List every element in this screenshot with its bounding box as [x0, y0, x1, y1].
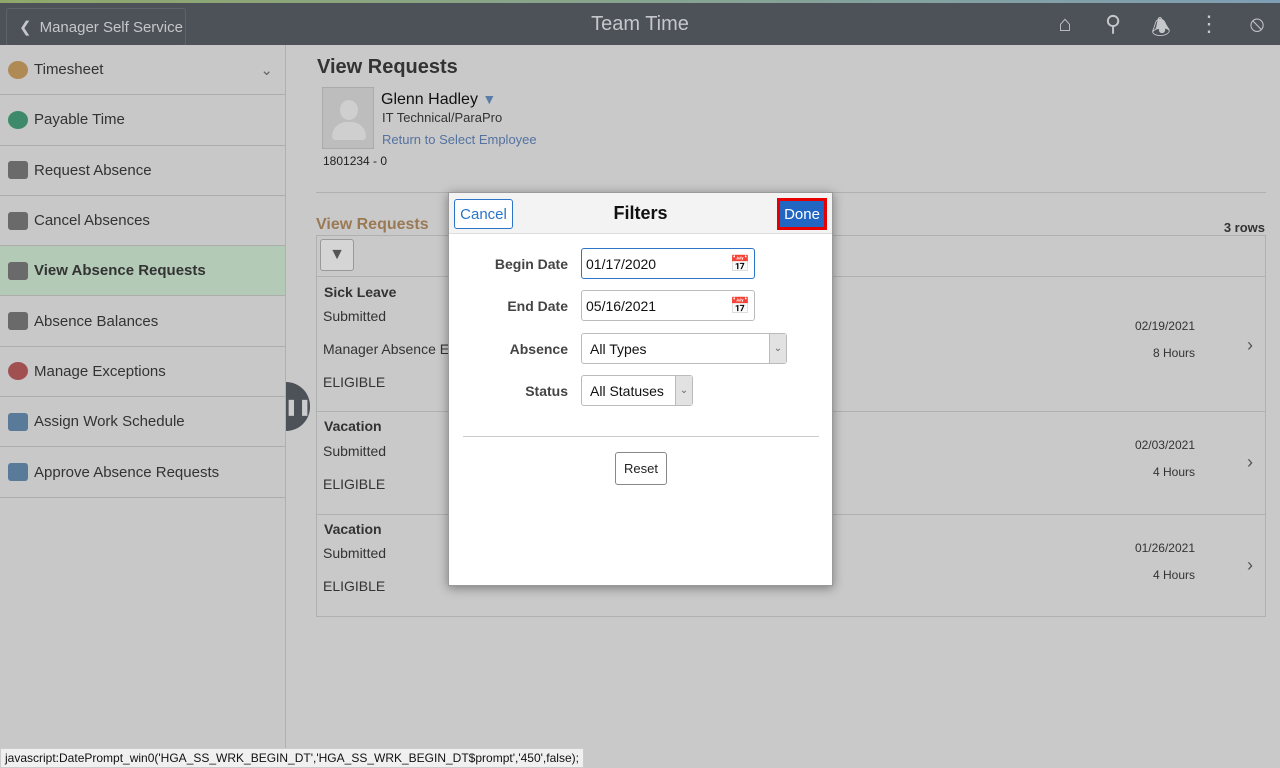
sidebar: Timesheet ⌄ Payable Time Request Absence …: [0, 45, 286, 768]
request-status: Submitted: [323, 308, 387, 324]
briefcase-cancel-icon: [8, 211, 28, 230]
employee-name-text: Glenn Hadley: [381, 91, 478, 108]
absence-label: Absence: [509, 341, 568, 357]
page-title: View Requests: [317, 56, 458, 78]
request-date: 02/19/2021: [1134, 319, 1195, 333]
request-date: 02/03/2021: [1134, 438, 1195, 452]
sidebar-item-label: Cancel Absences: [34, 212, 150, 230]
filter-icon: ▼: [329, 246, 345, 263]
chevron-down-icon: ⌄: [675, 376, 692, 405]
absence-value: All Types: [590, 341, 647, 357]
section-title: View Requests: [316, 216, 429, 233]
chevron-circle-down-icon[interactable]: ▼: [482, 91, 496, 107]
request-approver: Manager Absence E: [323, 341, 450, 357]
payable-time-icon: [8, 110, 28, 129]
request-status: Submitted: [323, 545, 387, 561]
schedule-icon: [8, 412, 28, 431]
home-icon[interactable]: ⌂: [1052, 11, 1078, 49]
sidebar-item-absence-balances[interactable]: Absence Balances: [0, 296, 285, 347]
status-select[interactable]: All Statuses ⌄: [581, 375, 693, 406]
filters-modal: Cancel Filters Done Begin Date 01/17/202…: [448, 192, 833, 586]
approve-icon: [8, 463, 28, 482]
employee-id: 1801234 - 0: [323, 154, 388, 168]
briefcase-view-icon: [8, 261, 28, 280]
request-eligibility: ELIGIBLE: [323, 374, 386, 390]
begin-date-value: 01/17/2020: [586, 256, 657, 272]
sidebar-item-view-absence-requests[interactable]: View Absence Requests: [0, 246, 285, 297]
request-hours: 8 Hours: [1152, 346, 1195, 360]
calendar-icon[interactable]: 📅: [730, 254, 750, 274]
sidebar-item-label: Assign Work Schedule: [34, 413, 185, 431]
modal-header: Cancel Filters Done: [449, 193, 832, 234]
more-icon[interactable]: ⋮: [1196, 11, 1222, 49]
request-hours: 4 Hours: [1152, 568, 1195, 582]
sidebar-item-label: View Absence Requests: [34, 262, 206, 280]
employee-name[interactable]: Glenn Hadley ▼: [381, 91, 496, 109]
sidebar-item-approve-absence-requests[interactable]: Approve Absence Requests: [0, 447, 285, 498]
end-date-input[interactable]: 05/16/2021 📅: [581, 290, 755, 321]
status-value: All Statuses: [590, 383, 664, 399]
begin-date-input[interactable]: 01/17/2020 📅: [581, 248, 755, 279]
sidebar-item-cancel-absences[interactable]: Cancel Absences: [0, 196, 285, 247]
begin-date-label: Begin Date: [494, 256, 568, 272]
sidebar-item-manage-exceptions[interactable]: Manage Exceptions: [0, 347, 285, 398]
request-date: 01/26/2021: [1134, 541, 1195, 555]
sidebar-item-timesheet[interactable]: Timesheet ⌄: [0, 45, 285, 96]
filter-button[interactable]: ▼: [320, 239, 354, 271]
sidebar-item-payable-time[interactable]: Payable Time: [0, 95, 285, 146]
modal-title: Filters: [613, 203, 668, 223]
request-type: Vacation: [324, 418, 382, 434]
status-label: Status: [525, 383, 568, 399]
end-date-row: End Date 05/16/2021 📅: [449, 290, 834, 322]
exception-icon: [8, 362, 28, 381]
sidebar-item-label: Approve Absence Requests: [34, 463, 220, 481]
chevron-right-icon: ›: [1247, 452, 1253, 472]
sidebar-item-label: Absence Balances: [34, 312, 159, 330]
end-date-value: 05/16/2021: [586, 298, 657, 314]
chevron-right-icon: ›: [1247, 555, 1253, 575]
request-eligibility: ELIGIBLE: [323, 578, 386, 594]
request-eligibility: ELIGIBLE: [323, 476, 386, 492]
search-icon[interactable]: ⚲: [1100, 11, 1126, 49]
bell-icon[interactable]: 🕭: [1148, 11, 1174, 49]
chevron-down-icon[interactable]: ⌄: [260, 61, 273, 79]
absence-row: Absence All Types ⌄: [449, 333, 834, 365]
employee-job: IT Technical/ParaPro: [382, 110, 503, 125]
sidebar-item-label: Timesheet: [34, 61, 104, 79]
row-count: 3 rows: [1223, 220, 1265, 235]
request-type: Vacation: [324, 521, 382, 537]
sidebar-item-label: Request Absence: [34, 161, 152, 179]
employee-photo: [322, 87, 374, 149]
end-date-label: End Date: [507, 298, 568, 314]
browser-status-bar: javascript:DatePrompt_win0('HGA_SS_WRK_B…: [0, 748, 584, 768]
divider: [463, 436, 819, 437]
timesheet-icon: [8, 60, 28, 79]
done-button[interactable]: Done: [777, 198, 827, 230]
absence-select[interactable]: All Types ⌄: [581, 333, 787, 364]
return-to-select-employee-link[interactable]: Return to Select Employee: [382, 132, 537, 147]
sidebar-item-label: Payable Time: [34, 111, 125, 129]
sidebar-item-request-absence[interactable]: Request Absence: [0, 146, 285, 196]
sidebar-item-label: Manage Exceptions: [34, 362, 166, 380]
sidebar-collapse-handle[interactable]: ❚❚: [285, 382, 311, 431]
chevron-right-icon: ›: [1247, 335, 1253, 355]
compass-icon[interactable]: ⦸: [1244, 11, 1270, 49]
request-status: Submitted: [323, 443, 387, 459]
request-hours: 4 Hours: [1152, 465, 1195, 479]
chevron-down-icon: ⌄: [769, 334, 786, 363]
header: ❮ Manager Self Service Team Time ⌂ ⚲ 🕭 ⋮ …: [0, 3, 1280, 46]
request-type: Sick Leave: [324, 284, 397, 300]
reset-button[interactable]: Reset: [615, 452, 667, 485]
begin-date-row: Begin Date 01/17/2020 📅: [449, 248, 834, 280]
sidebar-item-assign-work-schedule[interactable]: Assign Work Schedule: [0, 397, 285, 448]
status-row: Status All Statuses ⌄: [449, 375, 834, 407]
briefcase-balance-icon: [8, 312, 28, 331]
calendar-icon[interactable]: 📅: [730, 296, 750, 316]
briefcase-icon: [8, 161, 28, 180]
